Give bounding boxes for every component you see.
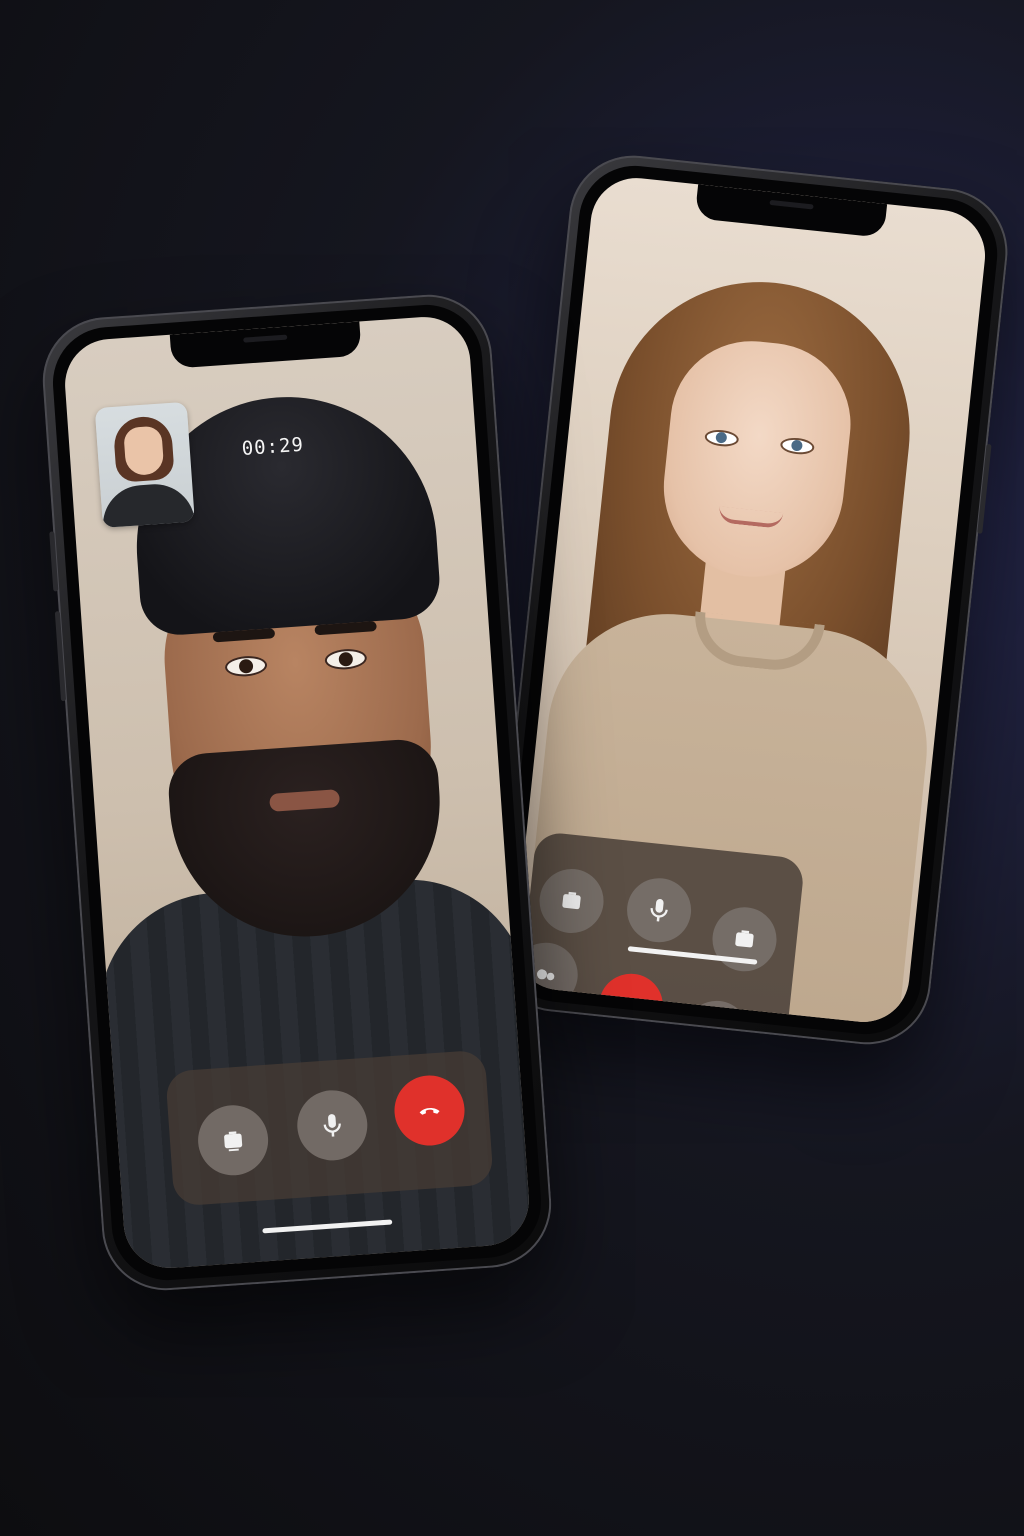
phone-remote-view (486, 149, 1014, 1051)
camera-button[interactable] (536, 865, 607, 937)
end-call-button[interactable] (392, 1073, 467, 1148)
camera-flip-icon (735, 930, 754, 948)
microphone-icon (323, 1114, 341, 1137)
pip-body (100, 481, 195, 528)
mute-button[interactable] (294, 1087, 370, 1163)
microphone-icon (650, 898, 668, 922)
eye-left (704, 428, 740, 448)
power-button (977, 443, 992, 534)
call-controls-panel (165, 1049, 494, 1207)
camera-flip-icon (562, 891, 581, 910)
camera-button-2[interactable] (709, 904, 780, 975)
scene: 00:29 (0, 0, 1024, 1536)
volume-down-button (54, 611, 67, 702)
eye-right (779, 436, 816, 456)
volume-up-button (49, 531, 59, 592)
video-screen-caller[interactable]: 00:29 (62, 313, 532, 1272)
mute-button[interactable] (623, 875, 695, 946)
end-call-icon (419, 1108, 440, 1115)
camera-flip-icon (224, 1131, 243, 1152)
video-screen-remote[interactable] (510, 173, 990, 1027)
camera-button[interactable] (195, 1102, 271, 1178)
mouth (717, 506, 784, 529)
phone-caller-view: 00:29 (38, 290, 556, 1295)
